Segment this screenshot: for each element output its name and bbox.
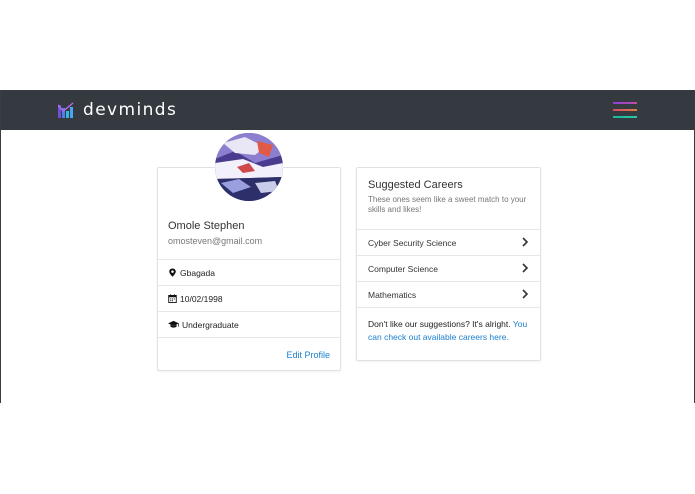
location-text: Gbagada xyxy=(180,267,215,278)
avatar[interactable] xyxy=(215,133,283,201)
career-item-computer-science[interactable]: Computer Science xyxy=(357,255,540,281)
career-item-label: Computer Science xyxy=(368,263,438,274)
careers-title: Suggested Careers xyxy=(368,179,463,191)
profile-email: omosteven@gmail.com xyxy=(168,236,263,246)
birth-date-text: 10/02/1998 xyxy=(180,293,223,304)
career-item-label: Mathematics xyxy=(368,289,417,300)
career-item-cyber-security[interactable]: Cyber Security Science xyxy=(357,229,540,255)
careers-footer-text: Don't like our suggestions? It's alright… xyxy=(368,319,513,329)
map-marker-icon xyxy=(169,268,176,277)
careers-footer: Don't like our suggestions? It's alright… xyxy=(368,318,533,343)
chevron-right-icon xyxy=(522,289,529,299)
career-item-label: Cyber Security Science xyxy=(368,237,457,248)
devminds-logo-icon xyxy=(58,102,74,118)
location-row: Gbagada xyxy=(158,259,340,285)
suggested-careers-card: Suggested Careers These ones seem like a… xyxy=(356,167,541,361)
careers-subtitle: These ones seem like a sweet match to yo… xyxy=(368,195,527,214)
calendar-icon xyxy=(168,294,177,303)
hamburger-menu-icon[interactable] xyxy=(613,102,637,118)
birth-date-row: 10/02/1998 xyxy=(158,285,340,311)
graduation-cap-icon xyxy=(168,320,179,328)
career-item-mathematics[interactable]: Mathematics xyxy=(357,281,540,307)
brand-name: devminds xyxy=(83,100,178,120)
profile-name: Omole Stephen xyxy=(168,220,245,232)
edit-profile-link[interactable]: Edit Profile xyxy=(286,350,330,360)
education-text: Undergraduate xyxy=(182,319,239,330)
brand[interactable]: devminds xyxy=(58,100,177,120)
chevron-right-icon xyxy=(522,237,529,247)
education-row: Undergraduate xyxy=(158,311,340,337)
top-navbar: devminds xyxy=(1,90,694,130)
careers-divider xyxy=(357,307,540,308)
chevron-right-icon xyxy=(522,263,529,273)
app-frame: devminds Omole Stephen omosteven@gmail.c… xyxy=(0,90,695,403)
